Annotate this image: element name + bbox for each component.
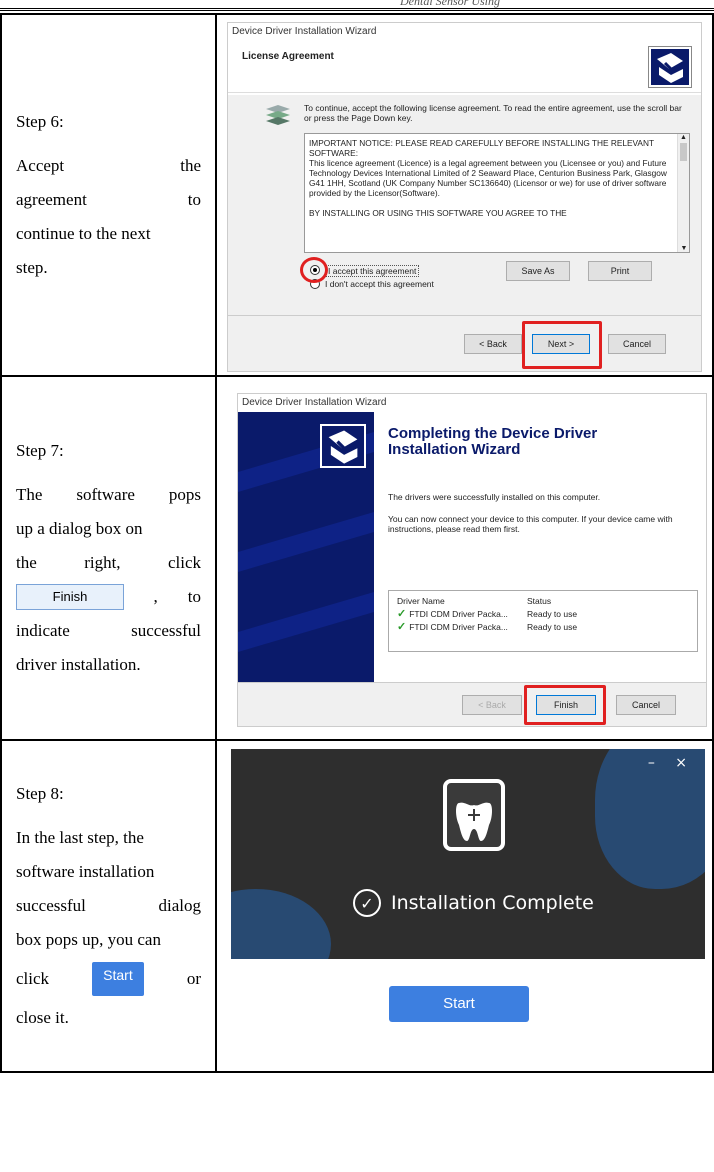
completing-heading: Completing the Device Driver Installatio… xyxy=(388,425,598,458)
window-controls[interactable]: – × xyxy=(648,755,695,771)
step6-line: continue to the next xyxy=(16,224,151,243)
app-header: – × ✓ Installation Complete xyxy=(231,749,705,959)
column-driver-name: Driver Name xyxy=(397,596,445,606)
check-icon: ✓ xyxy=(397,608,407,620)
step7-word: right, xyxy=(84,553,121,572)
next-highlight-box xyxy=(522,321,602,369)
steps-table: Step 6: Accept the agreement to continue t… xyxy=(0,13,714,1073)
step8-text-cell: Step 8: In the last step, the software i… xyxy=(0,739,217,1073)
header-rule xyxy=(0,8,714,11)
step7-word: indicate xyxy=(16,621,70,640)
step7-word: pops xyxy=(168,485,201,504)
list-item: ✓ FTDI CDM Driver Packa... Ready to use xyxy=(397,608,689,621)
license-textbox[interactable]: IMPORTANT NOTICE: PLEASE READ CAREFULLY … xyxy=(304,133,690,253)
step8-word: successful xyxy=(16,896,86,915)
scrollbar-thumb[interactable] xyxy=(680,143,687,161)
accept-label[interactable]: I accept this agreement xyxy=(325,265,420,277)
finish-inline-button: Finish xyxy=(16,584,124,610)
complete-message: ✓ Installation Complete xyxy=(353,889,594,917)
cancel-button[interactable]: Cancel xyxy=(608,334,666,354)
install-complete-app: – × ✓ Installation Complete Start xyxy=(231,749,705,1053)
accept-highlight-circle xyxy=(300,257,328,283)
step8-image-cell: – × ✓ Installation Complete Start xyxy=(215,739,714,1073)
step7-word: , xyxy=(153,587,158,606)
dialog-title: Device Driver Installation Wizard xyxy=(242,397,387,408)
decline-label[interactable]: I don't accept this agreement xyxy=(325,279,434,289)
license-dialog: Device Driver Installation Wizard Licens… xyxy=(227,22,702,372)
step6-line: step. xyxy=(16,258,48,277)
cancel-button[interactable]: Cancel xyxy=(616,695,676,715)
step6-word: agreement xyxy=(16,190,87,209)
driver-status: Ready to use xyxy=(527,622,578,632)
tooth-icon xyxy=(443,779,505,851)
intro-text: To continue, accept the following licens… xyxy=(304,103,682,123)
driver-list-header: Driver Name Status xyxy=(397,595,689,608)
step6-row: Step 6: Accept the agreement to continue t… xyxy=(0,13,714,377)
step8-line: box pops up, you can xyxy=(16,930,161,949)
step7-word: to xyxy=(187,587,201,606)
check-circle-icon: ✓ xyxy=(353,889,381,917)
driver-status: Ready to use xyxy=(527,609,578,619)
step6-title: Step 6: xyxy=(16,112,64,131)
success-message: The drivers were successfully installed … xyxy=(388,492,601,502)
step7-word: software xyxy=(76,485,135,504)
start-button[interactable]: Start xyxy=(389,986,529,1022)
step7-line: driver installation. xyxy=(16,655,141,674)
cd-icon xyxy=(264,103,292,127)
print-button[interactable]: Print xyxy=(588,261,652,281)
complete-label: Installation Complete xyxy=(391,892,594,914)
step7-word: The xyxy=(16,485,43,504)
step6-word: Accept xyxy=(16,156,65,175)
decor-blob xyxy=(231,889,331,959)
step8-line: software installation xyxy=(16,862,155,881)
connect-message: You can now connect your device to this … xyxy=(388,514,673,534)
step8-word: dialog xyxy=(158,896,202,915)
wizard-logo-icon xyxy=(320,424,366,468)
completing-dialog: Device Driver Installation Wizard Comple… xyxy=(237,393,707,727)
driver-name: FTDI CDM Driver Packa... xyxy=(409,609,508,619)
step8-row: Step 8: In the last step, the software i… xyxy=(0,739,714,1073)
start-inline-button: Start xyxy=(91,962,144,996)
step7-word: successful xyxy=(131,621,201,640)
driver-list[interactable]: Driver Name Status ✓ FTDI CDM Driver Packa… xyxy=(388,590,698,652)
step6-text-cell: Step 6: Accept the agreement to continue t… xyxy=(0,13,217,377)
step7-word: click xyxy=(167,553,201,572)
check-icon: ✓ xyxy=(397,621,407,633)
back-button[interactable]: < Back xyxy=(464,334,522,354)
step7-line: up a dialog box on xyxy=(16,519,143,538)
back-button[interactable]: < Back xyxy=(462,695,522,715)
license-text: IMPORTANT NOTICE: PLEASE READ CAREFULLY … xyxy=(309,138,667,218)
step7-text-cell: Step 7: The software pops up a dialog box … xyxy=(0,375,217,741)
step7-image-cell: Device Driver Installation Wizard Comple… xyxy=(215,375,714,741)
step8-line: In the last step, the xyxy=(16,828,144,847)
dialog-footer: < Back Next > Cancel xyxy=(228,315,701,371)
step8-line: close it. xyxy=(16,1008,69,1027)
dialog-header-band: License Agreement xyxy=(228,41,701,93)
license-heading: License Agreement xyxy=(242,51,334,62)
list-item: ✓ FTDI CDM Driver Packa... Ready to use xyxy=(397,621,689,634)
step8-word: or xyxy=(186,969,201,988)
save-as-button[interactable]: Save As xyxy=(506,261,570,281)
step8-title: Step 8: xyxy=(16,784,64,803)
column-status: Status xyxy=(527,596,552,606)
wizard-logo-icon xyxy=(648,46,692,88)
step6-word: the xyxy=(180,156,201,175)
finish-highlight-box xyxy=(524,685,606,725)
step7-word: the xyxy=(16,553,37,572)
dialog-title: Device Driver Installation Wizard xyxy=(232,26,377,37)
driver-name: FTDI CDM Driver Packa... xyxy=(409,622,508,632)
dialog-body: To continue, accept the following licens… xyxy=(228,95,701,315)
step8-word: click xyxy=(16,969,50,988)
step7-title: Step 7: xyxy=(16,441,64,460)
step7-row: Step 7: The software pops up a dialog box … xyxy=(0,375,714,741)
step6-image-cell: Device Driver Installation Wizard Licens… xyxy=(215,13,714,377)
dialog-footer: < Back Finish Cancel xyxy=(238,682,706,726)
step6-word: to xyxy=(187,190,201,209)
license-scrollbar[interactable]: ▲ ▼ xyxy=(677,134,689,252)
